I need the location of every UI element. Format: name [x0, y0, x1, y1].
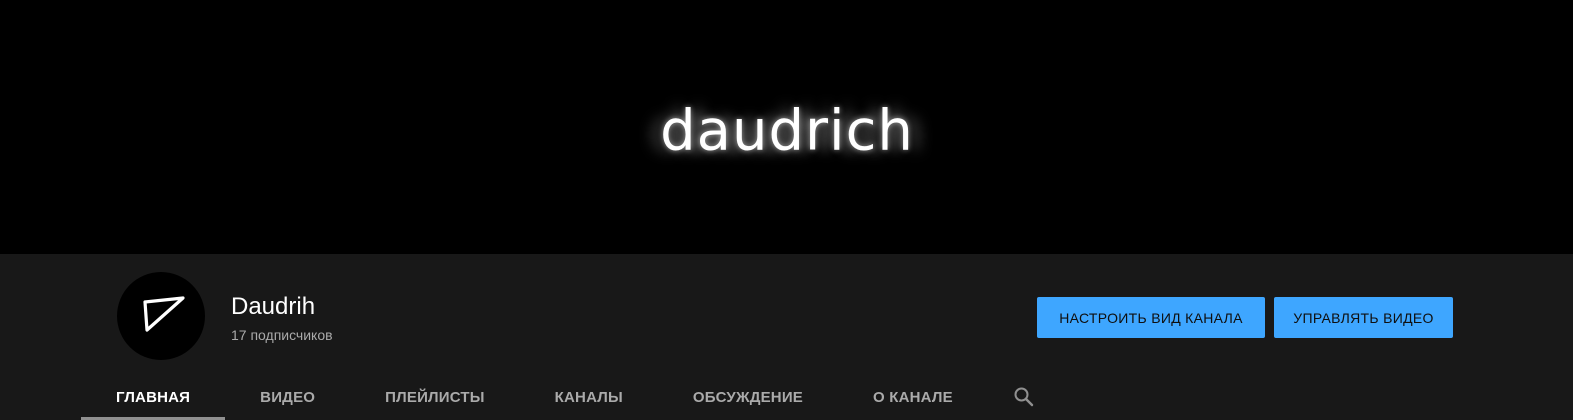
tab-playlists[interactable]: ПЛЕЙЛИСТЫ — [350, 374, 520, 420]
tab-about[interactable]: О КАНАЛЕ — [838, 374, 988, 420]
channel-banner: daudrich — [0, 0, 1573, 254]
channel-name: Daudrih — [231, 293, 316, 320]
subscriber-count: 17 подписчиков — [231, 327, 333, 343]
manage-videos-button[interactable]: УПРАВЛЯТЬ ВИДЕО — [1274, 297, 1453, 338]
tab-home[interactable]: ГЛАВНАЯ — [81, 374, 226, 420]
tab-channels[interactable]: КАНАЛЫ — [520, 374, 658, 420]
search-tab-button[interactable] — [995, 374, 1053, 420]
tab-discussion[interactable]: ОБСУЖДЕНИЕ — [658, 374, 838, 420]
banner-logo-text: daudrich — [660, 98, 914, 164]
channel-logo-icon — [143, 296, 185, 332]
channel-header: Daudrih 17 подписчиков НАСТРОИТЬ ВИД КАН… — [0, 254, 1573, 420]
customize-channel-button[interactable]: НАСТРОИТЬ ВИД КАНАЛА — [1037, 297, 1265, 338]
search-icon — [1014, 387, 1034, 407]
tab-videos[interactable]: ВИДЕО — [225, 374, 350, 420]
avatar[interactable] — [117, 272, 205, 360]
channel-tabs: ГЛАВНАЯ ВИДЕО ПЛЕЙЛИСТЫ КАНАЛЫ ОБСУЖДЕНИ… — [81, 374, 1053, 420]
